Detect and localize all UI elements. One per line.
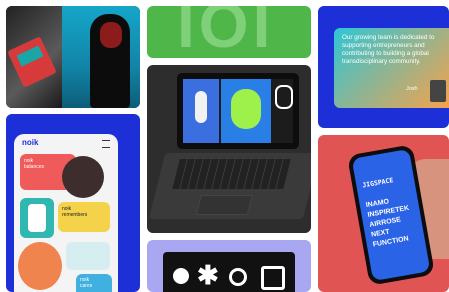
tile-quote-card[interactable]: Our growing team is dedicated to support… <box>318 6 449 128</box>
app-title: JIGSPACE <box>361 176 394 190</box>
screen-panel-right <box>275 85 293 109</box>
tile-jigspace-phone[interactable]: JIGSPACE INAMO INSPIRETEK AIRROSE NEXT F… <box>318 135 449 292</box>
screen-panel-center <box>221 79 271 143</box>
ring-shape <box>229 268 247 286</box>
laptop-keyboard <box>148 153 311 219</box>
card-remembers: noik remembers <box>58 202 110 232</box>
tile-noik-app[interactable]: noik noik balances noik remembers noik c… <box>6 114 140 292</box>
quote-text: Our growing team is dedicated to support… <box>342 34 435 65</box>
tile-photo-collage[interactable] <box>6 6 140 108</box>
phone-photo <box>6 6 62 108</box>
card-bottles <box>66 242 110 270</box>
card-person <box>18 242 62 290</box>
noik-logo: noik <box>22 138 39 147</box>
quote-panel: Our growing team is dedicated to support… <box>334 28 449 108</box>
figure-photo <box>62 6 140 108</box>
hamburger-icon[interactable] <box>102 140 110 148</box>
shapes-panel: ✱ <box>163 252 295 292</box>
asterisk-icon: ✱ <box>197 260 219 290</box>
app-list: INAMO INSPIRETEK AIRROSE NEXT FUNCTION <box>365 194 415 251</box>
screen-panel-left <box>183 79 219 143</box>
phone-mockup: noik noik balances noik remembers noik c… <box>14 134 118 292</box>
card-cares: noik cares <box>76 274 112 292</box>
author-avatar <box>430 80 446 102</box>
quote-author: Josh <box>406 86 418 92</box>
big-letters: IOI <box>177 6 275 58</box>
laptop-screen <box>177 73 299 149</box>
card-photo-round <box>62 156 104 198</box>
tile-laptop-mockup[interactable] <box>147 65 311 233</box>
tile-shapes[interactable]: ✱ <box>147 240 311 292</box>
circle-shape <box>173 268 189 284</box>
card-product <box>20 198 54 238</box>
square-shape <box>261 266 285 290</box>
tile-green-typography[interactable]: IOI <box>147 6 311 58</box>
